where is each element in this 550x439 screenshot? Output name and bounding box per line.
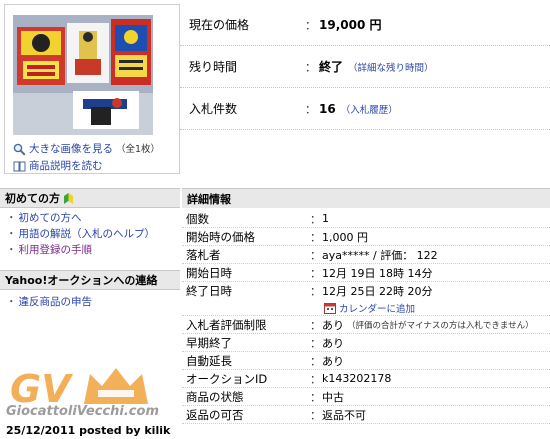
magnifier-icon [13, 143, 26, 156]
detail-label: 開始日時 [186, 265, 232, 280]
detail-value: あり [322, 336, 344, 350]
detail-label: 返品の可否 [186, 407, 244, 422]
bid-count-label: 入札件数 [189, 102, 238, 116]
colon: ： [310, 318, 321, 332]
bid-count-value: 16 [319, 101, 336, 116]
colon: ： [310, 390, 321, 404]
contact-links: ・違反商品の申告 [6, 294, 92, 310]
colon: ： [305, 102, 316, 116]
detail-label: 個数 [186, 211, 209, 226]
detail-value: k143202178 [322, 372, 392, 385]
colon: ： [310, 408, 321, 422]
detail-row-bidder-rating: 入札者評価制限 ： あり （評価の合計がマイナスの方は入札できません） [182, 316, 550, 334]
beginner-item: ・利用登録の手順 [6, 244, 93, 256]
detail-row-start-date: 開始日時 ： 12月 19日 18時 14分 [182, 264, 550, 282]
detail-row-condition: 商品の状態 ： 中古 [182, 388, 550, 406]
detail-value: 12月 19日 18時 14分 [322, 266, 433, 280]
detail-value: 12月 25日 22時 20分 [322, 285, 433, 298]
detail-row-early-end: 早期終了 ： あり [182, 334, 550, 352]
description-link[interactable]: 商品説明を読む [29, 158, 103, 175]
item-photo[interactable] [13, 15, 153, 135]
detail-value: 1 [322, 212, 329, 225]
report-violation-link[interactable]: 違反商品の申告 [19, 296, 93, 308]
colon: ： [305, 60, 316, 74]
detail-table: 個数 ： 1 開始時の価格 ： 1,000 円 落札者 ： aya***** /… [182, 210, 550, 424]
detail-section-title: 詳細情報 [187, 192, 231, 206]
detail-value: aya***** / 評価： 122 [322, 248, 438, 262]
detail-section-header: 詳細情報 [182, 188, 550, 208]
beginner-item: ・用語の解説（入札のヘルプ） [6, 228, 156, 240]
detail-label: 落札者 [186, 247, 221, 262]
detail-label: 商品の状態 [186, 389, 244, 404]
add-to-calendar-link[interactable]: カレンダーに追加 [339, 301, 415, 315]
contact-section-title: Yahoo!オークションへの連絡 [5, 274, 158, 287]
detail-label: 早期終了 [186, 335, 232, 350]
watermark-site: GiocattoliVecchi.com [6, 404, 159, 419]
beginner-section-header: 初めての方 [0, 188, 180, 208]
beginner-leaf-icon [64, 192, 73, 204]
image-count: （全1枚） [116, 144, 161, 155]
colon: ： [310, 230, 321, 244]
beginner-links: ・初めての方へ ・用語の解説（入札のヘルプ） ・利用登録の手順 [6, 210, 155, 258]
current-price-row: 現在の価格 ： 19,000 円 [180, 4, 550, 46]
detail-label: 自動延長 [186, 353, 232, 368]
detail-value: 1,000 円 [322, 230, 368, 244]
beginner-section-title: 初めての方 [5, 192, 60, 205]
glossary-link[interactable]: 用語の解説（入札のヘルプ） [19, 228, 156, 240]
watermark-posted: 25/12/2011 posted by kilik [6, 424, 171, 437]
detail-label: 開始時の価格 [186, 229, 255, 244]
detail-row-start-price: 開始時の価格 ： 1,000 円 [182, 228, 550, 246]
detail-row-winner: 落札者 ： aya***** / 評価： 122 [182, 246, 550, 264]
bid-history-link[interactable]: （入札履歴） [341, 102, 398, 116]
detail-value: あり [322, 318, 344, 332]
detail-note: （評価の合計がマイナスの方は入札できません） [347, 320, 534, 331]
description-row: 商品説明を読む [13, 158, 160, 175]
colon: ： [310, 372, 321, 386]
colon: ： [310, 212, 321, 226]
large-image-row: 大きな画像を見る （全1枚） [13, 141, 160, 158]
colon: ： [310, 336, 321, 350]
detail-row-quantity: 個数 ： 1 [182, 210, 550, 228]
registration-steps-link[interactable]: 利用登録の手順 [19, 244, 93, 256]
large-image-link[interactable]: 大きな画像を見る [29, 141, 113, 158]
colon: ： [305, 18, 316, 32]
calendar-icon [324, 302, 336, 314]
book-icon [13, 161, 26, 172]
detail-value: 返品不可 [322, 408, 366, 422]
remaining-time-detail-link[interactable]: （詳細な残り時間） [348, 60, 434, 74]
colon: ： [310, 248, 321, 262]
detail-value: あり [322, 354, 344, 368]
bid-count-row: 入札件数 ： 16 （入札履歴） [180, 88, 550, 130]
contact-section-header: Yahoo!オークションへの連絡 [0, 270, 180, 290]
beginner-guide-link[interactable]: 初めての方へ [19, 212, 82, 224]
thumbnail-box: 大きな画像を見る （全1枚） 商品説明を読む [4, 4, 180, 174]
remaining-time-value: 終了 [319, 60, 344, 74]
current-price-label: 現在の価格 [189, 18, 250, 32]
beginner-item: ・初めての方へ [6, 212, 82, 224]
remaining-time-row: 残り時間 ： 終了 （詳細な残り時間） [180, 46, 550, 88]
current-price-value: 19,000 円 [319, 18, 382, 32]
contact-item: ・違反商品の申告 [6, 296, 93, 308]
detail-row-end-date: 終了日時 ： 12月 25日 22時 20分 [182, 282, 550, 300]
image-links: 大きな画像を見る （全1枚） 商品説明を読む [13, 141, 160, 175]
remaining-time-label: 残り時間 [189, 60, 238, 74]
detail-value: 中古 [322, 390, 344, 404]
colon: ： [310, 285, 321, 298]
detail-label: 入札者評価制限 [186, 317, 267, 332]
detail-row-auction-id: オークションID ： k143202178 [182, 370, 550, 388]
detail-label: 終了日時 [186, 284, 232, 298]
colon: ： [310, 354, 321, 368]
detail-label: オークションID [186, 371, 268, 386]
detail-row-auto-extend: 自動延長 ： あり [182, 352, 550, 370]
calendar-row: カレンダーに追加 [182, 300, 550, 316]
detail-row-returns: 返品の可否 ： 返品不可 [182, 406, 550, 424]
colon: ： [310, 266, 321, 280]
